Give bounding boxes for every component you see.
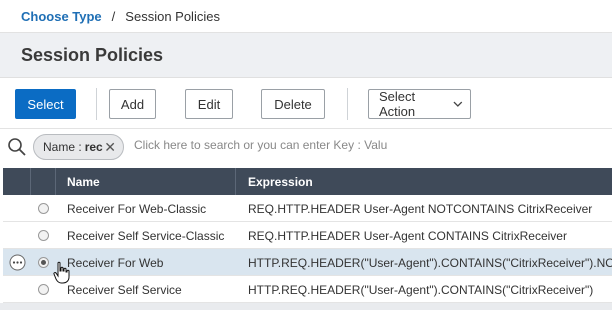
filter-chip-value: rec bbox=[84, 140, 103, 154]
breadcrumb-current: Session Policies bbox=[125, 8, 220, 24]
radio-button[interactable] bbox=[38, 230, 49, 241]
horizontal-scrollbar[interactable] bbox=[0, 303, 612, 310]
row-name: Receiver For Web-Classic bbox=[67, 201, 207, 216]
row-name: Receiver Self Service-Classic bbox=[67, 228, 225, 243]
row-radio-cell[interactable] bbox=[31, 195, 56, 222]
table-header: Name Expression bbox=[3, 168, 612, 195]
row-expression: REQ.HTTP.HEADER User-Agent CONTAINS Citr… bbox=[248, 228, 567, 243]
radio-button[interactable] bbox=[38, 203, 49, 214]
row-expression: REQ.HTTP.HEADER User-Agent NOTCONTAINS C… bbox=[248, 201, 593, 216]
search-bar: Name : rec ✕ Click here to search or you… bbox=[0, 128, 612, 165]
header-select-cell bbox=[31, 168, 56, 195]
breadcrumb-separator: / bbox=[111, 8, 116, 24]
row-name: Receiver Self Service bbox=[67, 282, 182, 297]
breadcrumb-choose-type-link[interactable]: Choose Type bbox=[21, 9, 102, 24]
column-header-name[interactable]: Name bbox=[56, 168, 236, 195]
row-actions-cell bbox=[3, 276, 31, 303]
search-icon[interactable] bbox=[7, 137, 27, 157]
column-header-expression[interactable]: Expression bbox=[236, 168, 612, 195]
filter-chip[interactable]: Name : rec ✕ bbox=[33, 134, 124, 160]
row-expression: HTTP.REQ.HEADER("User-Agent").CONTAINS("… bbox=[248, 282, 594, 297]
row-name: Receiver For Web bbox=[67, 255, 164, 270]
add-button[interactable]: Add bbox=[109, 89, 156, 119]
table-row[interactable]: Receiver For Web-Classic REQ.HTTP.HEADER… bbox=[3, 195, 612, 222]
radio-button[interactable] bbox=[38, 284, 49, 295]
edit-button[interactable]: Edit bbox=[185, 89, 233, 119]
title-bar: Session Policies bbox=[0, 33, 612, 77]
header-actions-cell bbox=[3, 168, 31, 195]
radio-button-selected[interactable] bbox=[38, 257, 49, 268]
toolbar-divider bbox=[347, 88, 348, 120]
search-input[interactable]: Click here to search or you can enter Ke… bbox=[134, 138, 387, 152]
chevron-down-icon bbox=[453, 101, 463, 107]
breadcrumb: Choose Type / Session Policies bbox=[0, 0, 612, 33]
select-button[interactable]: Select bbox=[15, 89, 76, 119]
more-options-icon[interactable] bbox=[9, 254, 26, 271]
select-action-dropdown[interactable]: Select Action bbox=[368, 89, 471, 119]
toolbar: Select Add Edit Delete Select Action bbox=[0, 77, 612, 128]
page-title: Session Policies bbox=[21, 44, 164, 65]
row-actions-cell bbox=[3, 195, 31, 222]
filter-chip-key: Name : bbox=[43, 140, 82, 154]
table-row[interactable]: Receiver Self Service-Classic REQ.HTTP.H… bbox=[3, 222, 612, 249]
row-expression: HTTP.REQ.HEADER("User-Agent").CONTAINS("… bbox=[248, 255, 612, 270]
row-radio-cell[interactable] bbox=[31, 222, 56, 249]
hand-cursor-icon bbox=[53, 261, 70, 284]
row-actions-cell bbox=[3, 222, 31, 249]
table-row-selected[interactable]: Receiver For Web HTTP.REQ.HEADER("User-A… bbox=[3, 249, 612, 276]
delete-button[interactable]: Delete bbox=[261, 89, 325, 119]
close-icon[interactable]: ✕ bbox=[104, 140, 116, 154]
select-action-label: Select Action bbox=[379, 89, 416, 119]
row-actions-cell[interactable] bbox=[3, 249, 31, 276]
table-row[interactable]: Receiver Self Service HTTP.REQ.HEADER("U… bbox=[3, 276, 612, 303]
toolbar-divider bbox=[96, 88, 97, 120]
